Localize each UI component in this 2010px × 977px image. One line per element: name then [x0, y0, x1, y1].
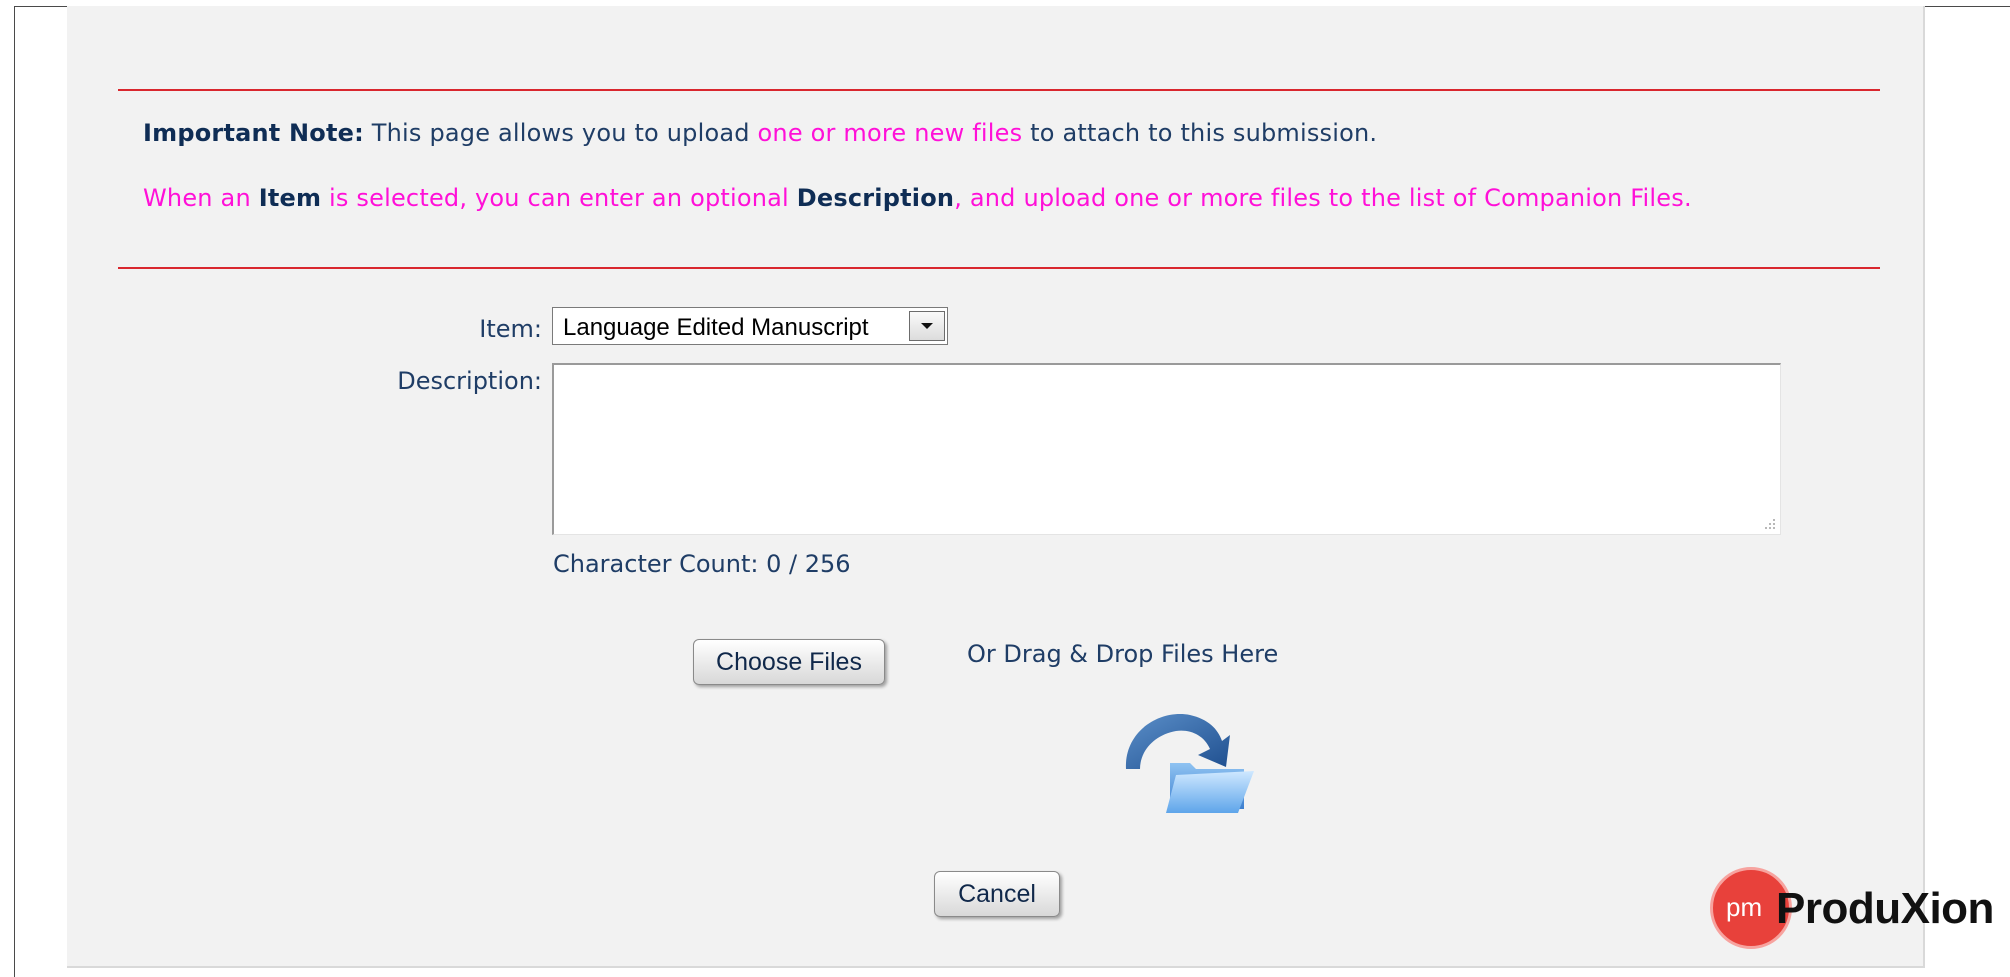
note-highlight: one or more new files: [757, 119, 1023, 147]
item-label: Item:: [479, 315, 542, 343]
bottom-divider: [118, 267, 1880, 269]
logo-mark: pm: [1726, 892, 1763, 922]
dropdown-arrow-button[interactable]: [909, 311, 945, 341]
drag-drop-hint: Or Drag & Drop Files Here: [967, 640, 1279, 668]
instruction-note: When an Item is selected, you can enter …: [143, 184, 1692, 212]
folder-arrow-icon[interactable]: [1120, 705, 1256, 821]
item-select[interactable]: Language Edited Manuscript: [552, 307, 948, 345]
chevron-down-icon: [921, 323, 933, 329]
top-divider: [118, 89, 1880, 91]
description-textarea[interactable]: [552, 363, 1781, 535]
logo-wordmark: ProduXion: [1776, 884, 1994, 933]
cancel-button[interactable]: Cancel: [934, 871, 1060, 917]
item-select-value: Language Edited Manuscript: [563, 314, 869, 341]
produxion-logo: pm ProduXion: [1710, 867, 2010, 953]
resize-grip-icon[interactable]: [1762, 516, 1776, 530]
character-count: Character Count: 0 / 256: [553, 550, 851, 578]
important-note: Important Note: This page allows you to …: [143, 119, 1378, 147]
choose-files-button[interactable]: Choose Files: [693, 639, 885, 685]
description-label: Description:: [397, 367, 542, 395]
important-note-label: Important Note:: [143, 119, 364, 147]
